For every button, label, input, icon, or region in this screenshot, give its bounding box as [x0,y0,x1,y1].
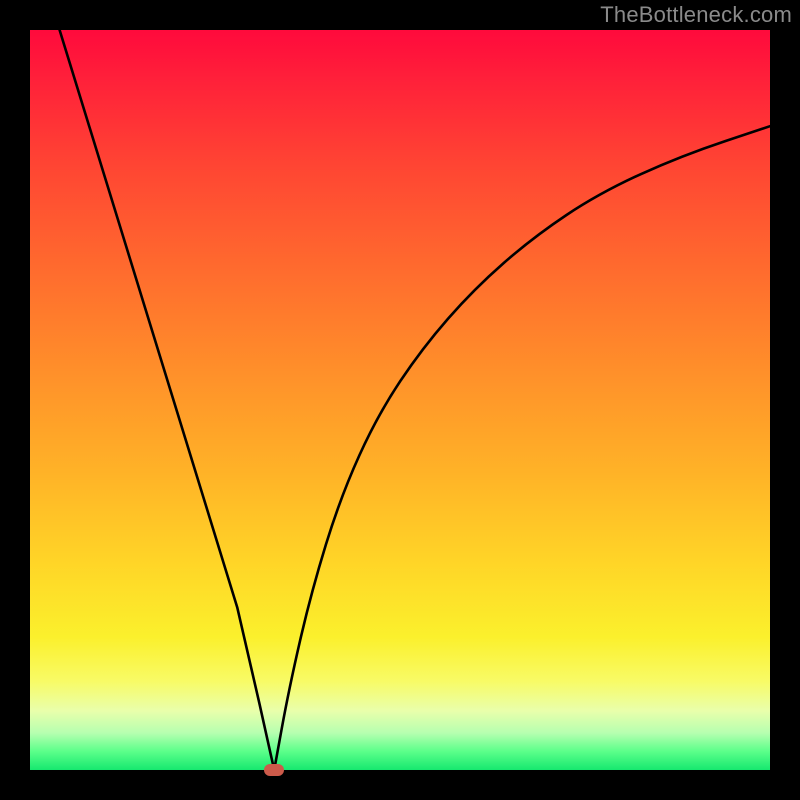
bottleneck-curve [30,30,770,770]
curve-path [60,30,770,770]
plot-area [30,30,770,770]
optimum-marker [264,764,284,776]
watermark-text: TheBottleneck.com [600,2,792,28]
chart-frame: TheBottleneck.com [0,0,800,800]
